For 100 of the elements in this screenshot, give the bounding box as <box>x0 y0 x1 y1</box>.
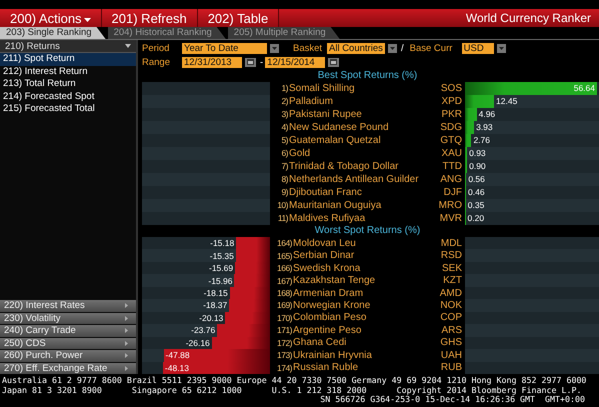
currency-name[interactable]: Ukrainian Hryvnia <box>293 350 372 361</box>
input-field[interactable]: Year To Date <box>182 42 267 54</box>
rank-number: 173) <box>276 350 292 360</box>
currency-name[interactable]: Palladium <box>289 96 333 107</box>
value-label: -23.76 <box>190 325 216 336</box>
rank-number: 167) <box>276 276 292 286</box>
separator-text: / <box>401 42 404 54</box>
value-label: -18.37 <box>202 300 228 310</box>
value-label: 0.90 <box>468 161 487 172</box>
separator-text: - <box>260 56 264 68</box>
input-field[interactable]: USD <box>462 42 494 54</box>
tab[interactable]: 205) Multiple Ranking <box>228 27 340 39</box>
sidebar-item[interactable]: 214) Forecasted Spot <box>0 90 136 103</box>
dropdown-button[interactable] <box>388 44 397 52</box>
menu-item[interactable]: 240) Carry Trade <box>0 325 136 336</box>
currency-name[interactable]: Pakistani Rupee <box>289 108 362 120</box>
currency-name[interactable]: Djiboutian Franc <box>289 186 362 198</box>
sidebar-item[interactable]: 213) Total Return <box>0 78 136 90</box>
currency-name[interactable]: Kazakhstan Tenge <box>293 275 376 286</box>
rank-number: 168) <box>276 288 292 298</box>
currency-name[interactable]: Mauritanian Ouguiya <box>289 200 382 211</box>
value-label: 0.46 <box>467 187 486 198</box>
arrow-right-icon <box>125 353 128 358</box>
currency-name[interactable]: Norwegian Krone <box>293 300 370 311</box>
menu-item[interactable]: 250) CDS <box>0 338 136 349</box>
value-label: -26.16 <box>184 338 211 348</box>
rank-number: 10) <box>276 200 288 210</box>
currency-name[interactable]: Somali Shilling <box>289 82 355 94</box>
dropdown-button[interactable] <box>270 44 279 52</box>
currency-code: ARS <box>441 324 462 336</box>
currency-name[interactable]: New Sudanese Pound <box>289 122 389 133</box>
currency-name[interactable]: Colombian Peso <box>293 312 366 324</box>
caret-icon <box>125 44 131 48</box>
menu-button[interactable]: 202) Table <box>198 9 280 27</box>
footer-text: Japan 81 3 3201 8900 Singapore 65 6212 1000 U.S. 1 212 318 2000 Copyright 2014 Bloomberg Finance L.P. <box>2 386 582 395</box>
calendar-button[interactable] <box>245 58 256 66</box>
caret-icon <box>498 46 504 50</box>
currency-code: MRO <box>438 200 462 211</box>
input-field[interactable]: 12/15/2014 <box>265 56 326 68</box>
rank-number: 172) <box>276 338 292 348</box>
currency-name[interactable]: Argentine Peso <box>293 324 362 336</box>
section-heading: Worst Spot Returns (%) <box>314 224 420 237</box>
value-label: -48.13 <box>164 362 190 373</box>
currency-code: SDG <box>440 122 462 133</box>
input-field[interactable]: 12/31/2013 <box>182 56 242 68</box>
currency-name[interactable]: Armenian Dram <box>293 288 364 298</box>
menu-item[interactable]: 220) Interest Rates <box>0 300 136 312</box>
menu-button[interactable]: 200) Actions <box>0 9 102 27</box>
menu-item[interactable]: 270) Eff. Exchange Rate <box>0 362 136 374</box>
sidebar-item[interactable]: 215) Forecasted Total <box>0 103 136 116</box>
rank-number: 1) <box>280 83 288 94</box>
rank-number: 5) <box>280 135 288 146</box>
value-label: 12.45 <box>495 96 518 106</box>
rank-number: 169) <box>276 300 292 310</box>
menu-item[interactable]: 230) Volatility <box>0 312 136 324</box>
currency-code: RSD <box>440 250 462 262</box>
currency-code: UAH <box>440 350 462 361</box>
value-label: 0.20 <box>466 213 486 224</box>
value-label: 0.56 <box>467 174 486 184</box>
currency-code: COP <box>440 312 462 324</box>
currency-name[interactable]: Trinidad & Tobago Dollar <box>289 160 399 172</box>
calendar-button[interactable] <box>328 58 340 66</box>
tab[interactable]: 204) Historical Ranking <box>108 27 226 39</box>
value-label: 56.64 <box>572 83 596 94</box>
dropdown-button[interactable] <box>496 44 506 52</box>
menu-item[interactable]: 260) Purch. Power <box>0 350 136 362</box>
currency-code: RUB <box>440 362 462 374</box>
currency-name[interactable]: Netherlands Antillean Guilder <box>289 174 419 185</box>
rank-number: 3) <box>280 109 288 120</box>
value-label: 2.76 <box>472 135 491 146</box>
currency-code: NOK <box>440 300 462 311</box>
app-title: World Currency Ranker <box>466 10 592 27</box>
value-label: -15.69 <box>208 263 234 274</box>
rank-number: 166) <box>276 263 292 274</box>
currency-name[interactable]: Maldives Rufiyaa <box>289 212 366 224</box>
sidebar-item[interactable]: 211) Spot Return <box>0 53 136 66</box>
value-label: 3.93 <box>475 122 494 132</box>
value-label: 0.93 <box>468 148 487 158</box>
currency-name[interactable]: Swedish Krona <box>293 262 360 274</box>
currency-name[interactable]: Moldovan Leu <box>293 238 356 249</box>
currency-name[interactable]: Ghana Cedi <box>293 337 346 348</box>
sidebar-item[interactable]: 212) Interest Return <box>0 66 136 78</box>
input-field[interactable]: All Countries <box>327 42 385 54</box>
currency-code: SOS <box>440 82 462 94</box>
footer-text: Australia 61 2 9777 8600 Brazil 5511 2395 9000 Europe 44 20 7330 7500 Germany 49 69 9204 1210 Hong Kong 852 2977 6000 <box>2 376 588 386</box>
menu-button[interactable]: 201) Refresh <box>102 9 198 27</box>
field-label: Range <box>142 56 171 68</box>
rank-number: 8) <box>280 174 288 184</box>
rank-number: 4) <box>280 122 288 132</box>
currency-name[interactable]: Guatemalan Quetzal <box>289 134 381 146</box>
currency-name[interactable]: Gold <box>289 148 310 159</box>
rank-number: 171) <box>276 325 292 336</box>
currency-code: PKR <box>441 108 462 120</box>
section-heading: Best Spot Returns (%) <box>318 70 418 82</box>
rank-number: 165) <box>276 250 292 261</box>
currency-name[interactable]: Serbian Dinar <box>293 250 354 262</box>
dropdown-header[interactable]: 210) Returns <box>0 40 136 53</box>
arrow-right-icon <box>125 328 128 334</box>
tab[interactable]: 203) Single Ranking <box>0 27 106 39</box>
currency-name[interactable]: Russian Ruble <box>293 362 358 374</box>
